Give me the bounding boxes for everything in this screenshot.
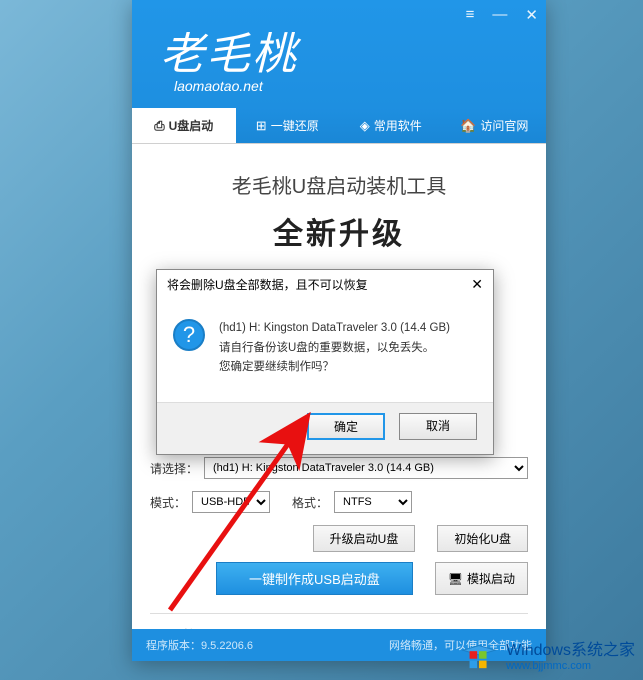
main-subtitle: 全新升级 — [150, 209, 528, 253]
mode-label: 模式： — [150, 494, 186, 511]
watermark: Windows系统之家 www.bjjmmc.com — [460, 636, 635, 672]
format-label: 格式： — [292, 494, 328, 511]
usb-icon: ⎙ — [154, 118, 164, 134]
close-button[interactable]: ✕ — [525, 6, 538, 24]
tab-website[interactable]: 🏠 访问官网 — [443, 108, 547, 143]
box-icon: ◈ — [360, 118, 370, 134]
brand-name: 老毛桃 — [160, 18, 546, 82]
main-banner: 老毛桃U盘启动装机工具 全新升级 — [132, 144, 546, 267]
mode-select[interactable]: USB-HDD — [192, 491, 270, 513]
form-area: 请选择： (hd1) H: Kingston DataTraveler 3.0 … — [132, 457, 546, 643]
tab-label: 一键还原 — [271, 117, 319, 134]
tab-usb-boot[interactable]: ⎙ U盘启动 — [132, 108, 236, 143]
tab-label: 访问官网 — [480, 117, 528, 134]
minimize-button[interactable]: — — [492, 6, 507, 24]
create-usb-button[interactable]: 一键制作成USB启动盘 — [216, 562, 413, 595]
version-text: 程序版本：9.5.2206.6 — [146, 637, 253, 653]
dialog-message: (hd1) H: Kingston DataTraveler 3.0 (14.4… — [219, 319, 450, 378]
cancel-button[interactable]: 取消 — [399, 413, 477, 440]
tab-label: 常用软件 — [374, 117, 422, 134]
confirm-dialog: 将会删除U盘全部数据，且不可以恢复 ✕ ? (hd1) H: Kingston … — [156, 269, 494, 455]
dialog-close-icon[interactable]: ✕ — [471, 276, 483, 293]
tab-software[interactable]: ◈ 常用软件 — [339, 108, 443, 143]
header: ≡ — ✕ 老毛桃 laomaotao.net — [132, 0, 546, 108]
monitor-icon: 🖥 — [448, 572, 463, 586]
device-label: 请选择： — [150, 460, 198, 477]
brand-url: laomaotao.net — [160, 78, 546, 94]
tab-restore[interactable]: ⊞ 一键还原 — [236, 108, 340, 143]
divider — [150, 613, 528, 614]
ok-button[interactable]: 确定 — [307, 413, 385, 440]
question-icon: ? — [173, 319, 205, 351]
simulate-button[interactable]: 🖥 模拟启动 — [435, 562, 528, 595]
windows-icon: ⊞ — [256, 118, 267, 134]
tab-label: U盘启动 — [169, 117, 214, 134]
upgrade-button[interactable]: 升级启动U盘 — [313, 525, 416, 552]
device-select[interactable]: (hd1) H: Kingston DataTraveler 3.0 (14.4… — [204, 457, 528, 479]
main-title: 老毛桃U盘启动装机工具 — [150, 170, 528, 199]
menu-button[interactable]: ≡ — [466, 6, 475, 24]
format-select[interactable]: NTFS — [334, 491, 412, 513]
windows-logo-icon — [460, 637, 498, 671]
window-controls: ≡ — ✕ — [466, 6, 538, 24]
home-icon: 🏠 — [460, 118, 476, 134]
tabs: ⎙ U盘启动 ⊞ 一键还原 ◈ 常用软件 🏠 访问官网 — [132, 108, 546, 144]
watermark-url: www.bjjmmc.com — [506, 660, 635, 672]
dialog-title: 将会删除U盘全部数据，且不可以恢复 — [167, 276, 368, 293]
watermark-text: Windows系统之家 — [506, 642, 635, 659]
init-button[interactable]: 初始化U盘 — [437, 525, 528, 552]
